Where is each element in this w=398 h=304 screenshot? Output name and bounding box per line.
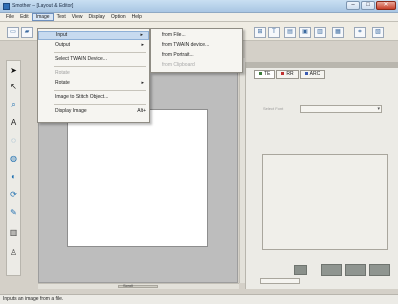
menu-display[interactable]: Display xyxy=(86,13,108,21)
menu-item-display-image-label: Display Image xyxy=(55,108,87,114)
menu-item-input-label: Input xyxy=(56,32,68,38)
menu-separator xyxy=(54,66,146,67)
shape-tool[interactable]: ◍ xyxy=(8,153,19,164)
pencil-tool[interactable]: ✎ xyxy=(8,207,19,218)
menu-item-output-label: Output xyxy=(55,42,71,48)
menu-item-image-to-stitch[interactable]: Image to Stitch Object... xyxy=(38,93,149,102)
tool-palette: ➤ ↖ ⌕ A ◌ ◍ ◐ ⟳ ✎ ▥ ♙ xyxy=(6,60,21,276)
tab-rr-label: RR xyxy=(286,71,294,77)
node-edit-tool[interactable]: ↖ xyxy=(8,81,19,92)
submenu-arrow-icon: ▸ xyxy=(141,42,144,48)
menu-bar: File Edit Image Text View Display Option… xyxy=(0,13,398,22)
window-title: Smother – [Layout & Editor] xyxy=(12,3,74,9)
panel-button-3[interactable] xyxy=(345,264,366,276)
menu-item-rotate[interactable]: Rotate ▸ xyxy=(38,79,149,88)
input-submenu: from File... from TWAIN device... from P… xyxy=(150,28,243,73)
image-menu-dropdown: Input ▸ Output ▸ Select TWAIN Device... … xyxy=(37,28,150,123)
submenu-item-from-twain[interactable]: from TWAIN device... xyxy=(151,41,242,50)
text-tool[interactable]: A xyxy=(8,117,19,128)
menu-item-display-image[interactable]: Display Image Alt+ xyxy=(38,107,149,116)
toolbar-button-8[interactable]: ▧ xyxy=(372,27,384,38)
preview-icon: ▦ xyxy=(335,29,341,35)
panel-button-1[interactable] xyxy=(294,265,307,275)
menu-item-output[interactable]: Output ▸ xyxy=(38,41,149,50)
open-folder-icon: ▰ xyxy=(24,29,30,35)
close-button[interactable]: ✕ xyxy=(376,1,396,10)
menu-item-select-twain[interactable]: Select TWAIN Device... xyxy=(38,55,149,64)
layers-icon: ▣ xyxy=(302,29,308,35)
panel-bottom-field[interactable] xyxy=(260,278,300,284)
status-text: Inputs an image from a file. xyxy=(3,296,64,302)
toolbar-button-1[interactable]: ⊞ xyxy=(254,27,266,38)
status-bar: Inputs an image from a file. xyxy=(0,294,398,304)
horizontal-scrollbar[interactable]: Scroll xyxy=(38,283,239,289)
grid-icon: ⊞ xyxy=(257,29,263,35)
canvas-paper[interactable] xyxy=(67,109,208,247)
menu-separator xyxy=(54,104,146,105)
font-field-label: Select Font xyxy=(263,106,284,111)
menu-separator xyxy=(54,90,146,91)
submenu-item-from-clipboard: from Clipboard xyxy=(162,62,195,68)
stitch-icon: ⌗ xyxy=(358,29,362,35)
tab-arc-icon xyxy=(304,72,308,76)
submenu-arrow-icon: ▸ xyxy=(140,32,143,38)
chevron-down-icon: ▾ xyxy=(377,106,380,112)
tab-te-label: TE xyxy=(264,71,271,77)
tab-te[interactable]: TE xyxy=(254,70,276,79)
select-arrow-tool[interactable]: ➤ xyxy=(8,65,19,76)
toolbar-button-5[interactable]: ▥ xyxy=(314,27,326,38)
toolbar-button-3[interactable]: ▤ xyxy=(284,27,296,38)
window-controls: – □ ✕ xyxy=(346,1,396,10)
menu-text[interactable]: Text xyxy=(54,13,69,21)
toolbar-button-7[interactable]: ⌗ xyxy=(354,27,366,38)
new-file-button[interactable]: ▭ xyxy=(7,27,19,38)
stitch-tool[interactable]: ⟳ xyxy=(8,189,19,200)
display-image-shortcut: Alt+ xyxy=(137,108,146,114)
toolbar-button-2[interactable]: T xyxy=(268,27,280,38)
menu-edit[interactable]: Edit xyxy=(17,13,32,21)
scroll-label: Scroll xyxy=(123,283,134,288)
applique-tool[interactable]: ▥ xyxy=(8,227,19,238)
app-icon xyxy=(3,3,10,10)
submenu-item-from-file[interactable]: from File... xyxy=(151,31,242,40)
menu-option[interactable]: Option xyxy=(108,13,129,21)
fill-tool[interactable]: ◐ xyxy=(8,171,19,182)
panel-button-4[interactable] xyxy=(369,264,390,276)
preview-box xyxy=(262,154,388,250)
properties-panel: TE RR ARC Select Font ▾ xyxy=(245,62,398,289)
open-file-button[interactable]: ▰ xyxy=(21,27,33,38)
panel-header xyxy=(246,62,398,68)
figure-tool[interactable]: ♙ xyxy=(8,247,19,258)
menu-item-rotate-disabled: Rotate xyxy=(55,70,70,76)
toolbar-button-6[interactable]: ▦ xyxy=(332,27,344,38)
panel-tabs: TE RR ARC xyxy=(254,70,326,79)
menu-image[interactable]: Image xyxy=(31,13,54,21)
submenu-item-from-portrait[interactable]: from Portrait... xyxy=(151,51,242,60)
maximize-button[interactable]: □ xyxy=(361,1,375,10)
toolbar-button-4[interactable]: ▣ xyxy=(299,27,311,38)
submenu-arrow-icon: ▸ xyxy=(141,80,144,86)
title-bar: Smother – [Layout & Editor] – □ ✕ xyxy=(0,0,398,13)
zoom-tool[interactable]: ⌕ xyxy=(8,99,19,110)
menu-separator xyxy=(54,52,146,53)
font-dropdown[interactable]: ▾ xyxy=(300,105,382,113)
menu-item-rotate-label: Rotate xyxy=(55,80,70,86)
export-icon: ▧ xyxy=(375,29,381,35)
menu-help[interactable]: Help xyxy=(129,13,145,21)
tab-arc-label: ARC xyxy=(309,71,321,77)
tab-arc[interactable]: ARC xyxy=(299,70,326,79)
menu-file[interactable]: File xyxy=(3,13,17,21)
ellipse-tool[interactable]: ◌ xyxy=(8,135,19,146)
tab-rr[interactable]: RR xyxy=(276,70,299,79)
menu-item-input[interactable]: Input ▸ xyxy=(38,31,149,40)
text-tool-icon: T xyxy=(272,29,276,35)
tab-rr-icon xyxy=(281,72,285,76)
monitor-icon: ▥ xyxy=(317,29,323,35)
panel-button-2[interactable] xyxy=(321,264,342,276)
image-icon: ▤ xyxy=(287,29,293,35)
tab-te-icon xyxy=(259,72,262,76)
new-file-icon: ▭ xyxy=(10,29,16,35)
menu-view[interactable]: View xyxy=(69,13,86,21)
minimize-button[interactable]: – xyxy=(346,1,360,10)
